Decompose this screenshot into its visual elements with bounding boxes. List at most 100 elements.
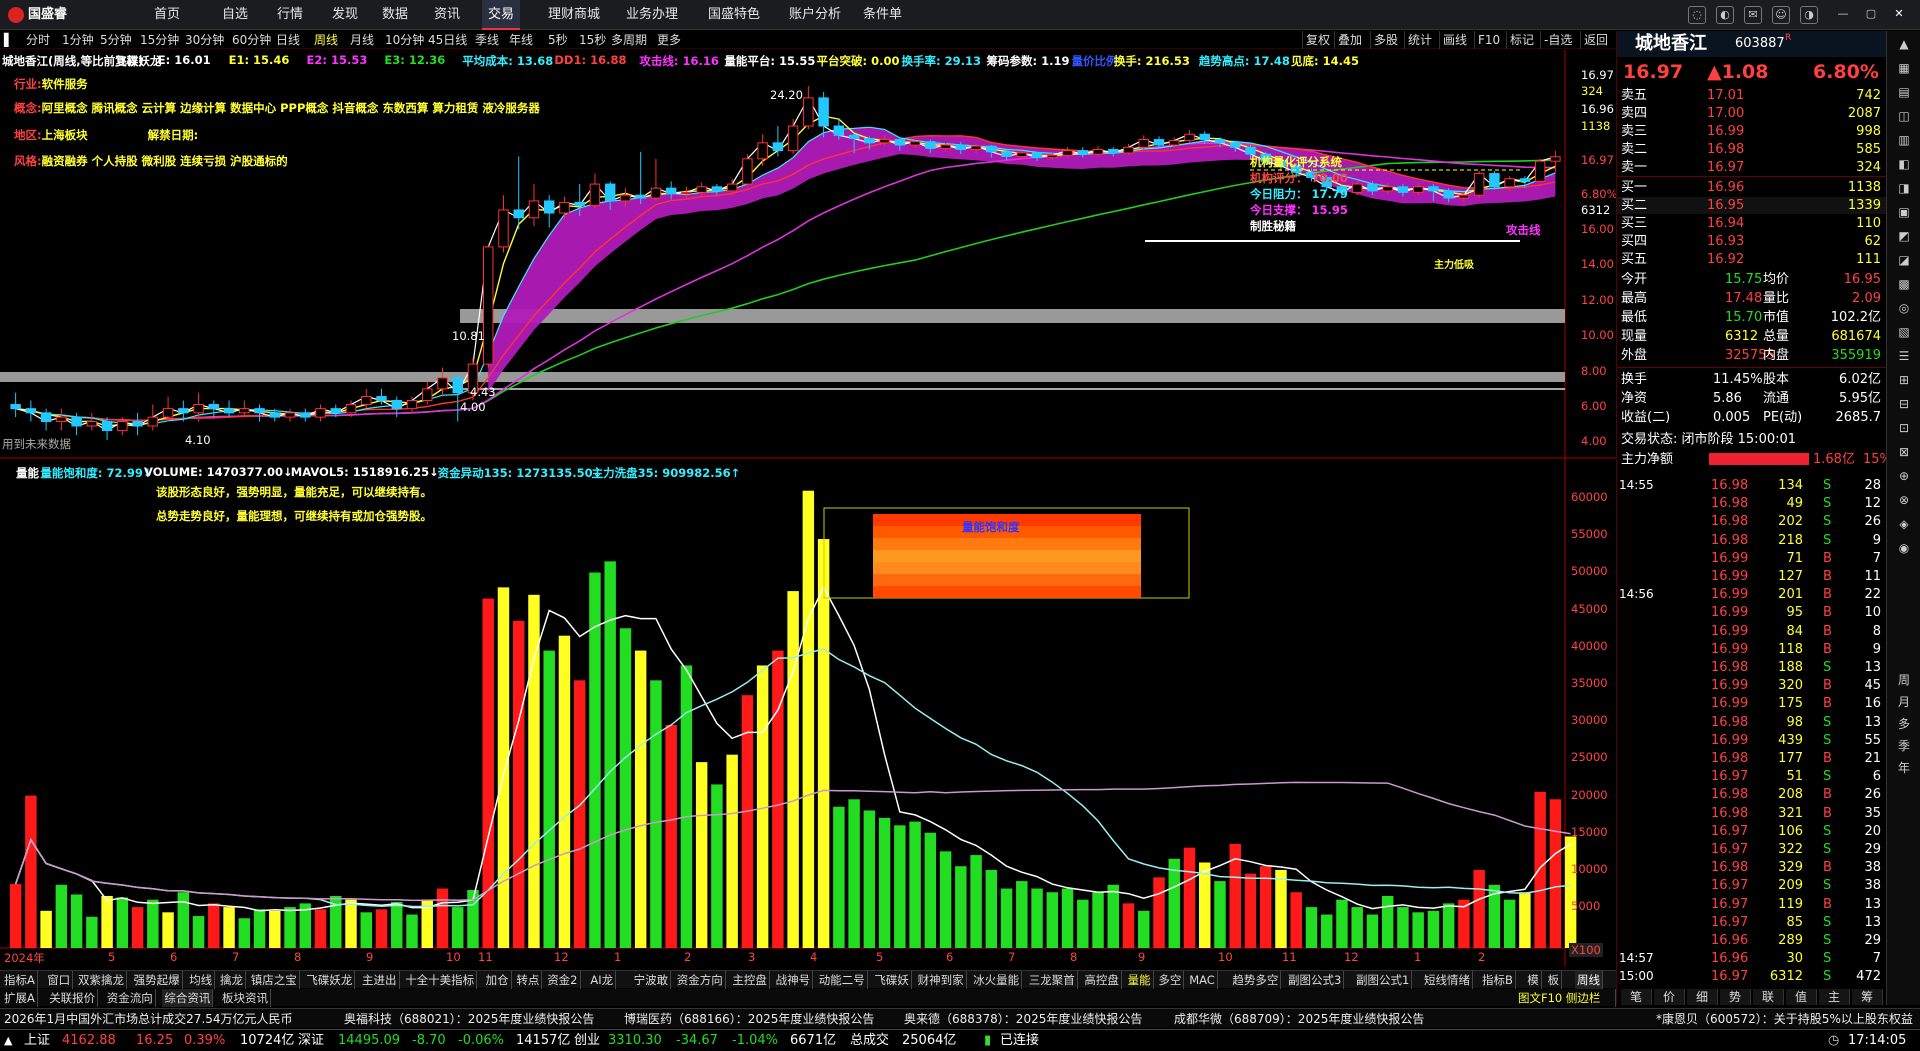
side-tool-icon-13[interactable]: ☰ bbox=[1892, 347, 1916, 365]
period-8[interactable]: 月线 bbox=[350, 31, 374, 49]
quote-tab-3[interactable]: 势 bbox=[1720, 989, 1751, 1005]
side-tool-icon-3[interactable]: ◫ bbox=[1892, 107, 1916, 125]
side-tool-icon-17[interactable]: ⊠ bbox=[1892, 443, 1916, 461]
indicator-tab-16[interactable]: 主控盘 bbox=[730, 971, 770, 989]
side-tool-icon-8[interactable]: ◩ bbox=[1892, 227, 1916, 245]
indicator-tab-5[interactable]: 擒龙 bbox=[218, 971, 246, 989]
side-period-2[interactable]: 多 bbox=[1892, 715, 1916, 733]
side-tool-icon-11[interactable]: ◎ bbox=[1892, 299, 1916, 317]
period-panel-icon[interactable]: ▌ bbox=[4, 31, 13, 49]
maximize-icon[interactable]: ▢ bbox=[1862, 6, 1880, 24]
indicator-tab-15[interactable]: 资金方向 bbox=[675, 971, 726, 989]
indicator-tab-22[interactable]: 三龙聚首 bbox=[1027, 971, 1078, 989]
skin-icon[interactable]: ◑ bbox=[1800, 6, 1818, 24]
news-item-3[interactable]: 奥来德（688378）：2025年度业绩快报公告 bbox=[904, 1009, 1142, 1029]
ask-row-0[interactable]: 卖五 17.01 742 bbox=[1617, 87, 1887, 104]
indicator-tab-29[interactable]: 副图公式1 bbox=[1354, 971, 1413, 989]
bid-row-1[interactable]: 买二 16.95 1339 bbox=[1617, 197, 1887, 214]
chart-panel[interactable]: 城地香江(周线,等比前复权) 飞碟妖龙 E: 16.01 E1: 15.46 E2: 1… bbox=[0, 50, 1618, 966]
menu-item-0[interactable]: 首页 bbox=[148, 0, 186, 30]
bid-row-4[interactable]: 买五 16.92 111 bbox=[1617, 251, 1887, 268]
ask-row-4[interactable]: 卖一 16.97 324 bbox=[1617, 159, 1887, 176]
news-item-1[interactable]: 奥福科技（688021）：2025年度业绩快报公告 bbox=[344, 1009, 594, 1029]
indicator-tab-11[interactable]: 转点 bbox=[514, 971, 543, 989]
indicator-tab-3[interactable]: 强势起爆 bbox=[132, 971, 183, 989]
side-tool-icon-15[interactable]: ⊟ bbox=[1892, 395, 1916, 413]
toolbar-btn-3[interactable]: 统计 bbox=[1404, 31, 1435, 49]
quote-tab-2[interactable]: 细 bbox=[1687, 989, 1718, 1005]
indicator-tab-0[interactable]: 指标A bbox=[2, 971, 38, 989]
ext-tab-4[interactable]: 板块资讯 bbox=[220, 989, 271, 1007]
app-logo[interactable]: 国盛睿 bbox=[8, 5, 88, 25]
period-9[interactable]: 10分钟 bbox=[385, 31, 424, 49]
side-tool-icon-1[interactable]: ▦ bbox=[1892, 59, 1916, 77]
indicator-tab-25[interactable]: 多空 bbox=[1156, 971, 1185, 989]
indicator-tab-21[interactable]: 冰火量能 bbox=[971, 971, 1023, 989]
news-item-0[interactable]: 2026年1月中国外汇市场总计成交27.54万亿元人民币 bbox=[4, 1009, 293, 1029]
indicator-tab-6[interactable]: 镇店之宝 bbox=[249, 971, 300, 989]
menu-item-6[interactable]: 交易 bbox=[482, 0, 521, 30]
headset-icon[interactable]: ◐ bbox=[1716, 6, 1734, 24]
indicator-tab-27[interactable]: 趋势多空 bbox=[1230, 971, 1282, 989]
bid-row-2[interactable]: 买三 16.94 110 bbox=[1617, 215, 1887, 232]
side-tool-icon-18[interactable]: ⊕ bbox=[1892, 467, 1916, 485]
close-icon[interactable]: ✕ bbox=[1890, 6, 1908, 24]
user-icon[interactable]: ☺ bbox=[1772, 6, 1790, 24]
ask-row-3[interactable]: 卖二 16.98 585 bbox=[1617, 141, 1887, 158]
ext-tab-0[interactable]: 扩展A bbox=[2, 989, 38, 1007]
indicator-tab-2[interactable]: 双紫擒龙 bbox=[76, 971, 127, 989]
indicator-tab-8[interactable]: 主进出 bbox=[360, 971, 400, 989]
side-tool-icon-5[interactable]: ◧ bbox=[1892, 155, 1916, 173]
menu-item-2[interactable]: 行情 bbox=[271, 0, 309, 30]
period-5[interactable]: 60分钟 bbox=[232, 31, 271, 49]
side-tool-icon-12[interactable]: ▧ bbox=[1892, 323, 1916, 341]
period-10[interactable]: 45日线 bbox=[428, 31, 467, 49]
side-tool-icon-2[interactable]: ▤ bbox=[1892, 83, 1916, 101]
indicator-tab-7[interactable]: 飞碟妖龙 bbox=[304, 971, 356, 989]
indicator-tab-14[interactable]: 宁波敢 bbox=[632, 971, 672, 989]
toolbar-btn-4[interactable]: 画线 bbox=[1439, 31, 1470, 49]
indicator-tab-18[interactable]: 动能二号 bbox=[817, 971, 868, 989]
message-icon[interactable]: ◌ bbox=[1688, 6, 1706, 24]
side-tool-icon-4[interactable]: ▥ bbox=[1892, 131, 1916, 149]
menu-item-7[interactable]: 理财商城 bbox=[542, 0, 606, 30]
side-tool-icon-7[interactable]: ▣ bbox=[1892, 203, 1916, 221]
side-tool-icon-14[interactable]: ⊞ bbox=[1892, 371, 1916, 389]
indicator-tab-10[interactable]: 加仓 bbox=[484, 971, 512, 989]
side-tool-icon-16[interactable]: ⊡ bbox=[1892, 419, 1916, 437]
side-tool-icon-10[interactable]: ▩ bbox=[1892, 275, 1916, 293]
side-tool-icon-21[interactable]: ◉ bbox=[1892, 539, 1916, 557]
indicator-tab-13[interactable]: AI龙 bbox=[588, 971, 617, 989]
toolbar-btn-0[interactable]: 复权 bbox=[1302, 31, 1333, 49]
indicator-tab-20[interactable]: 财神到家 bbox=[916, 971, 967, 989]
quote-tab-0[interactable]: 笔 bbox=[1621, 989, 1652, 1005]
ext-tab-3[interactable]: 综合资讯 bbox=[162, 989, 214, 1007]
period-11[interactable]: 季线 bbox=[475, 31, 499, 49]
ask-row-2[interactable]: 卖三 16.99 998 bbox=[1617, 123, 1887, 140]
indicator-tab-23[interactable]: 高控盘 bbox=[1082, 971, 1122, 989]
period-2[interactable]: 5分钟 bbox=[100, 31, 132, 49]
menu-item-5[interactable]: 资讯 bbox=[428, 0, 466, 30]
menu-item-10[interactable]: 账户分析 bbox=[783, 0, 847, 30]
indicator-tab-right-0[interactable]: 指标B bbox=[1480, 971, 1516, 989]
side-tool-icon-9[interactable]: ◪ bbox=[1892, 251, 1916, 269]
indicator-tab-1[interactable]: 窗口 bbox=[45, 971, 74, 989]
period-1[interactable]: 1分钟 bbox=[62, 31, 94, 49]
menu-item-11[interactable]: 条件单 bbox=[857, 0, 908, 30]
indicator-tab-4[interactable]: 均线 bbox=[187, 971, 216, 989]
news-item-4[interactable]: 成都华微（688709）：2025年度业绩快报公告 bbox=[1174, 1009, 1424, 1029]
side-period-1[interactable]: 月 bbox=[1892, 693, 1916, 711]
toolbar-btn-5[interactable]: F10 bbox=[1474, 31, 1503, 49]
quote-tab-5[interactable]: 值 bbox=[1786, 989, 1817, 1005]
period-7[interactable]: 周线 bbox=[314, 31, 338, 49]
quote-tab-7[interactable]: 筹 bbox=[1852, 989, 1883, 1005]
period-4[interactable]: 30分钟 bbox=[185, 31, 224, 49]
quote-tab-1[interactable]: 价 bbox=[1654, 989, 1685, 1005]
menu-item-1[interactable]: 自选 bbox=[216, 0, 254, 30]
weekly-tab[interactable]: 周线 bbox=[1575, 971, 1603, 989]
toolbar-btn-6[interactable]: 标记 bbox=[1506, 31, 1537, 49]
menu-item-8[interactable]: 业务办理 bbox=[620, 0, 684, 30]
menu-item-4[interactable]: 数据 bbox=[376, 0, 414, 30]
minimize-icon[interactable]: — bbox=[1834, 6, 1852, 24]
news-item-2[interactable]: 博瑞医药（688166）：2025年度业绩快报公告 bbox=[624, 1009, 874, 1029]
